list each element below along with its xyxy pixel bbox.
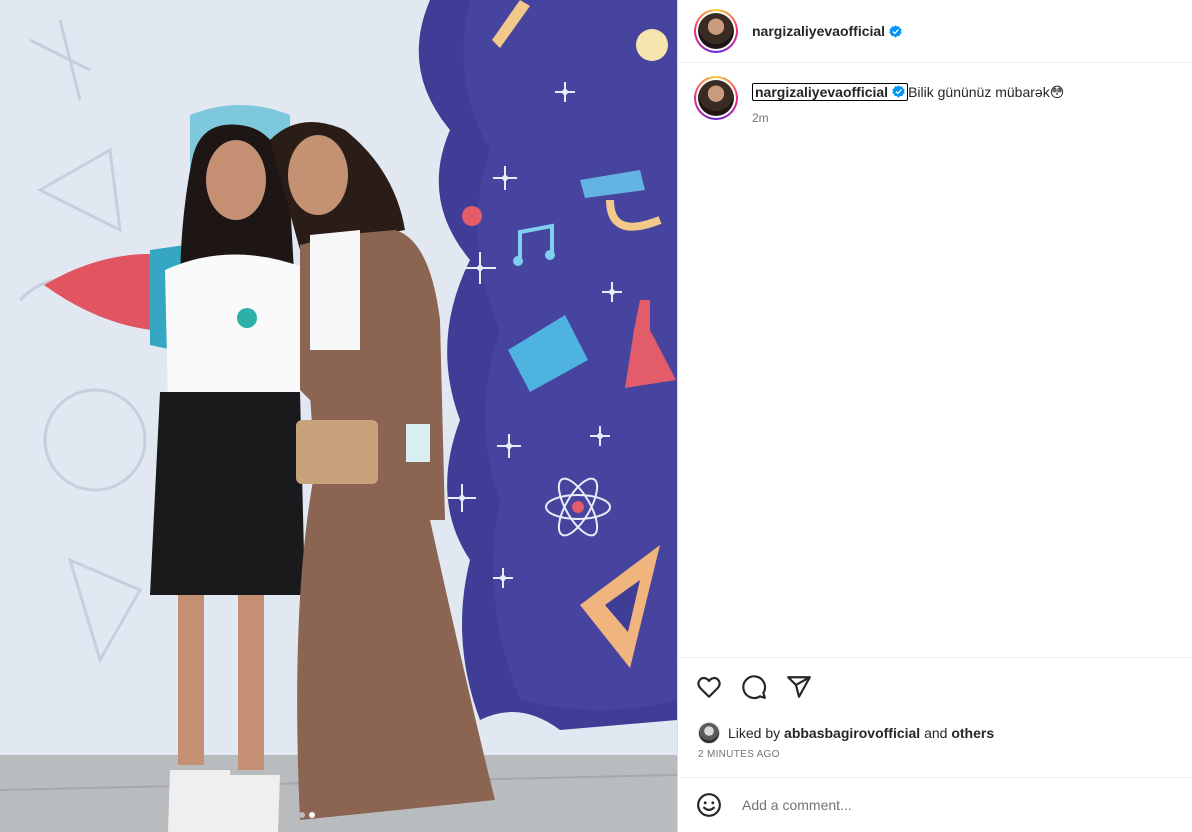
post-caption: nargizaliyevaofficial Bilik gününüz müba… [694,76,1174,125]
likes-prefix: Liked by [728,725,781,741]
likes-summary: Liked by abbasbagirovofficial and others [698,722,994,744]
caption-time[interactable]: 2m [752,111,1064,125]
post-photo[interactable] [0,0,677,832]
verified-badge-icon [889,24,902,38]
liker-username[interactable]: abbasbagirovofficial [784,725,920,741]
post-header: nargizaliyevaofficial [678,0,1192,63]
caption-username: nargizaliyevaofficial [755,84,889,100]
liker-avatar[interactable] [698,722,720,744]
avatar-image [698,13,734,49]
caption-author-link[interactable]: nargizaliyevaofficial [752,83,909,101]
post-timestamp[interactable]: 2 MINUTES AGO [698,749,780,760]
carousel-dot-active[interactable] [309,812,315,818]
avatar-image [698,80,734,116]
author-avatar[interactable] [694,9,738,53]
verified-badge-icon [892,85,905,98]
share-icon[interactable] [786,674,812,700]
carousel-indicator [299,812,315,818]
likes-conjunction: and [924,725,948,741]
comment-icon[interactable] [741,674,767,700]
author-username[interactable]: nargizaliyevaofficial [752,23,885,39]
emoji-icon[interactable] [696,792,722,818]
post-actions: Liked by abbasbagirovofficial and others… [678,657,1192,777]
heart-icon[interactable] [696,674,722,700]
post-details-panel: nargizaliyevaofficial nargizaliyevaoffic… [677,0,1192,832]
comment-bar [678,777,1192,832]
carousel-dot[interactable] [299,812,305,818]
photo-illustration [0,0,677,832]
caption-author-avatar[interactable] [694,76,738,120]
caption-text: Bilik gününüz mübarək😳 [908,84,1065,100]
likes-others-link[interactable]: others [951,725,994,741]
comment-input[interactable] [742,797,1142,813]
